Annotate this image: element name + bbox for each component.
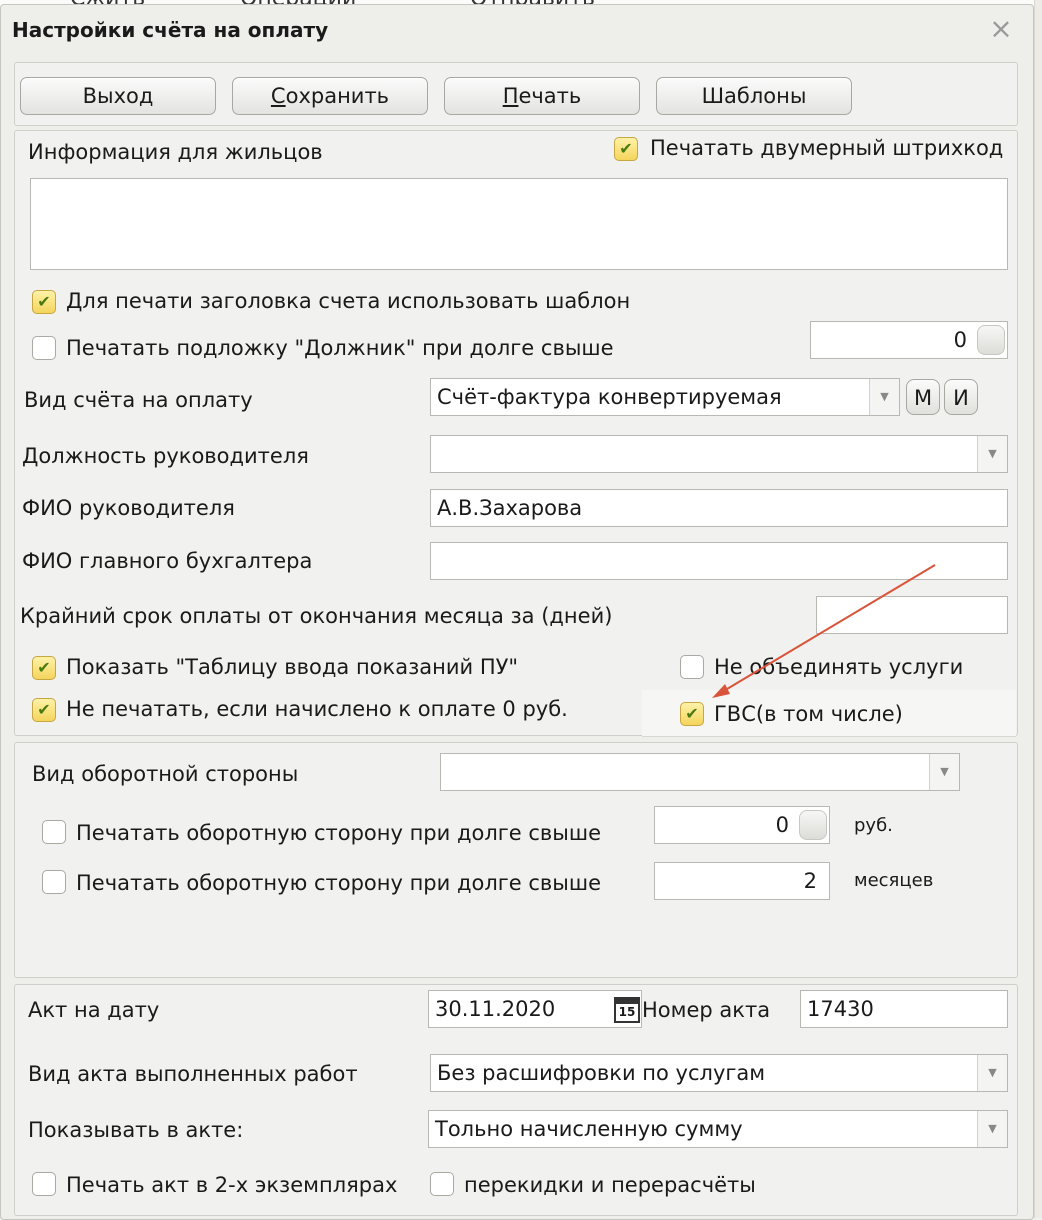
reverse-debt-rub-value: 0 — [775, 813, 789, 837]
act-show-select[interactable]: Тольно начисленную сумму — [428, 1110, 1008, 1148]
calendar-day: 15 — [618, 1005, 636, 1019]
reverse-debt-rub-unit: руб. — [854, 815, 893, 836]
act-date-label: Акт на дату — [28, 998, 160, 1022]
reverse-type-select[interactable] — [440, 753, 960, 791]
reverse-debt-months-input[interactable]: 2 — [654, 862, 830, 900]
act-date-value: 30.11.2020 — [435, 997, 556, 1021]
reverse-debt-months-unit: месяцев — [854, 870, 934, 891]
reverse-debt-rub-input[interactable]: 0 — [654, 806, 830, 844]
act-show-label: Показывать в акте: — [28, 1118, 244, 1142]
reverse-debt-rub-checkbox[interactable] — [42, 820, 66, 844]
chevron-down-icon[interactable] — [977, 1111, 1007, 1147]
act-show-value: Тольно начисленную сумму — [435, 1117, 743, 1141]
reverse-debt-rub-spinner[interactable] — [799, 810, 827, 840]
act-work-type-select[interactable]: Без расшифровки по услугам — [430, 1054, 1008, 1092]
act-number-input[interactable]: 17430 — [800, 990, 1008, 1028]
recalc-checkbox[interactable] — [430, 1172, 454, 1196]
two-copies-checkbox[interactable] — [32, 1172, 56, 1196]
calendar-icon[interactable]: 15 — [614, 997, 640, 1023]
chevron-down-icon[interactable] — [977, 1055, 1007, 1091]
act-work-type-label: Вид акта выполненных работ — [28, 1062, 358, 1086]
act-date-input[interactable]: 30.11.2020 — [428, 990, 642, 1028]
reverse-debt-rub-label: Печатать оборотную сторону при долге свы… — [76, 821, 602, 845]
reverse-debt-months-checkbox[interactable] — [42, 870, 66, 894]
reverse-debt-months-label: Печатать оборотную сторону при долге свы… — [76, 871, 602, 895]
chevron-down-icon[interactable] — [929, 754, 959, 790]
act-number-label: Номер акта — [642, 998, 771, 1022]
reverse-type-label: Вид оборотной стороны — [32, 762, 299, 786]
recalc-label: перекидки и перерасчёты — [464, 1173, 756, 1197]
two-copies-label: Печать акт в 2-х экземплярах — [66, 1173, 398, 1197]
act-work-type-value: Без расшифровки по услугам — [437, 1061, 766, 1085]
